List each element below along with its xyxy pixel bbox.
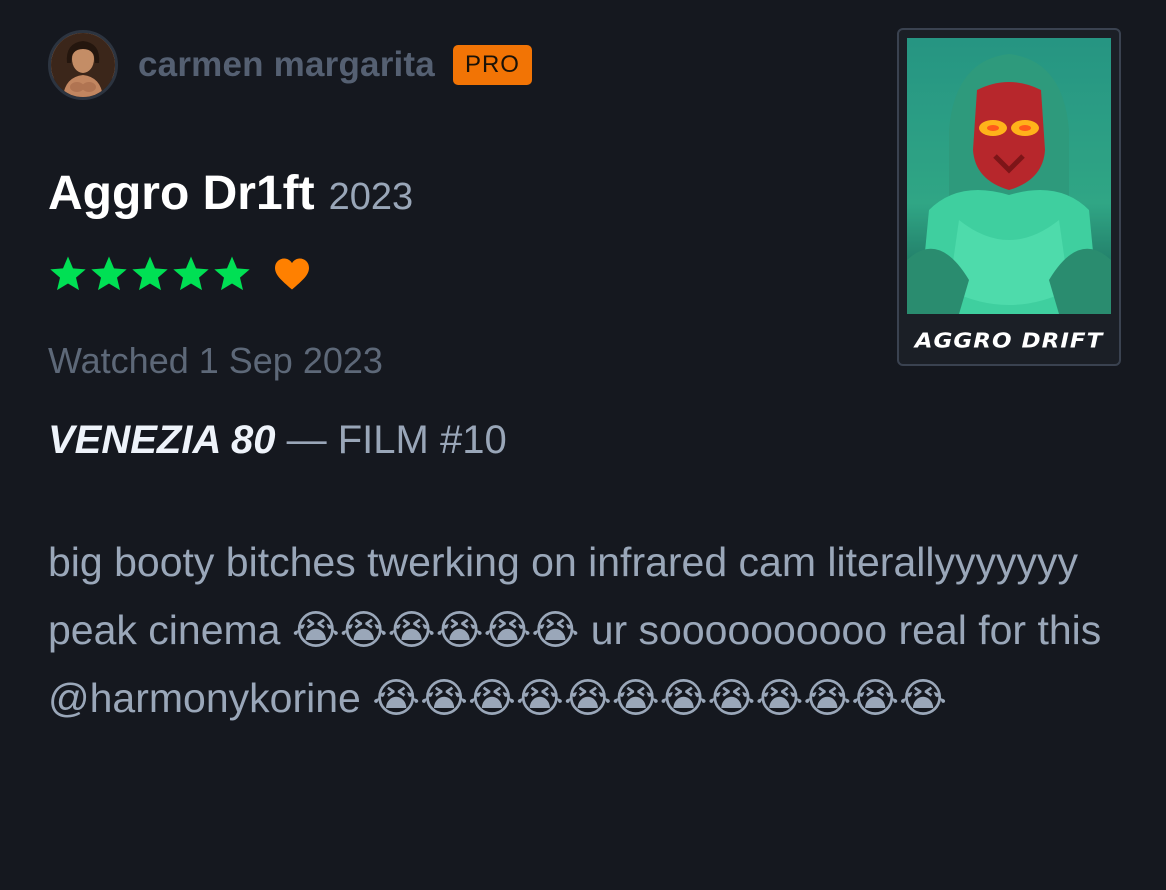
star-icon [173,256,209,291]
list-separator: — [275,418,338,462]
watched-date: Watched 1 Sep 2023 [48,340,383,381]
list-name: VENEZIA 80 [48,418,276,462]
liked-heart-icon [275,258,309,290]
review-author: carmen margarita PRO [48,28,532,102]
film-year-link[interactable]: 2023 [329,176,414,219]
review-text: big booty bitches twerking on infrared c… [48,539,1102,721]
rating [48,252,311,296]
pro-badge: PRO [452,45,532,85]
poster-image [907,38,1111,358]
username-link[interactable]: carmen margarita [138,45,435,85]
film-title-link[interactable]: Aggro Dr1ft [48,166,315,221]
star-icon [91,256,127,291]
poster-title: AGGRO DRIFT [914,329,1104,353]
list-film-number: FILM #10 [337,418,507,462]
review-heading: VENEZIA 80 — FILM #10 [48,418,507,463]
film-heading: Aggro Dr1ft 2023 [48,166,413,221]
review-body: big booty bitches twerking on infrared c… [48,528,1108,732]
film-poster[interactable]: AGGRO DRIFT [897,28,1121,366]
star-icon [214,256,250,291]
star-icon [50,256,86,291]
star-icon [132,256,168,291]
star-rating [48,254,253,294]
user-avatar[interactable] [48,30,118,100]
